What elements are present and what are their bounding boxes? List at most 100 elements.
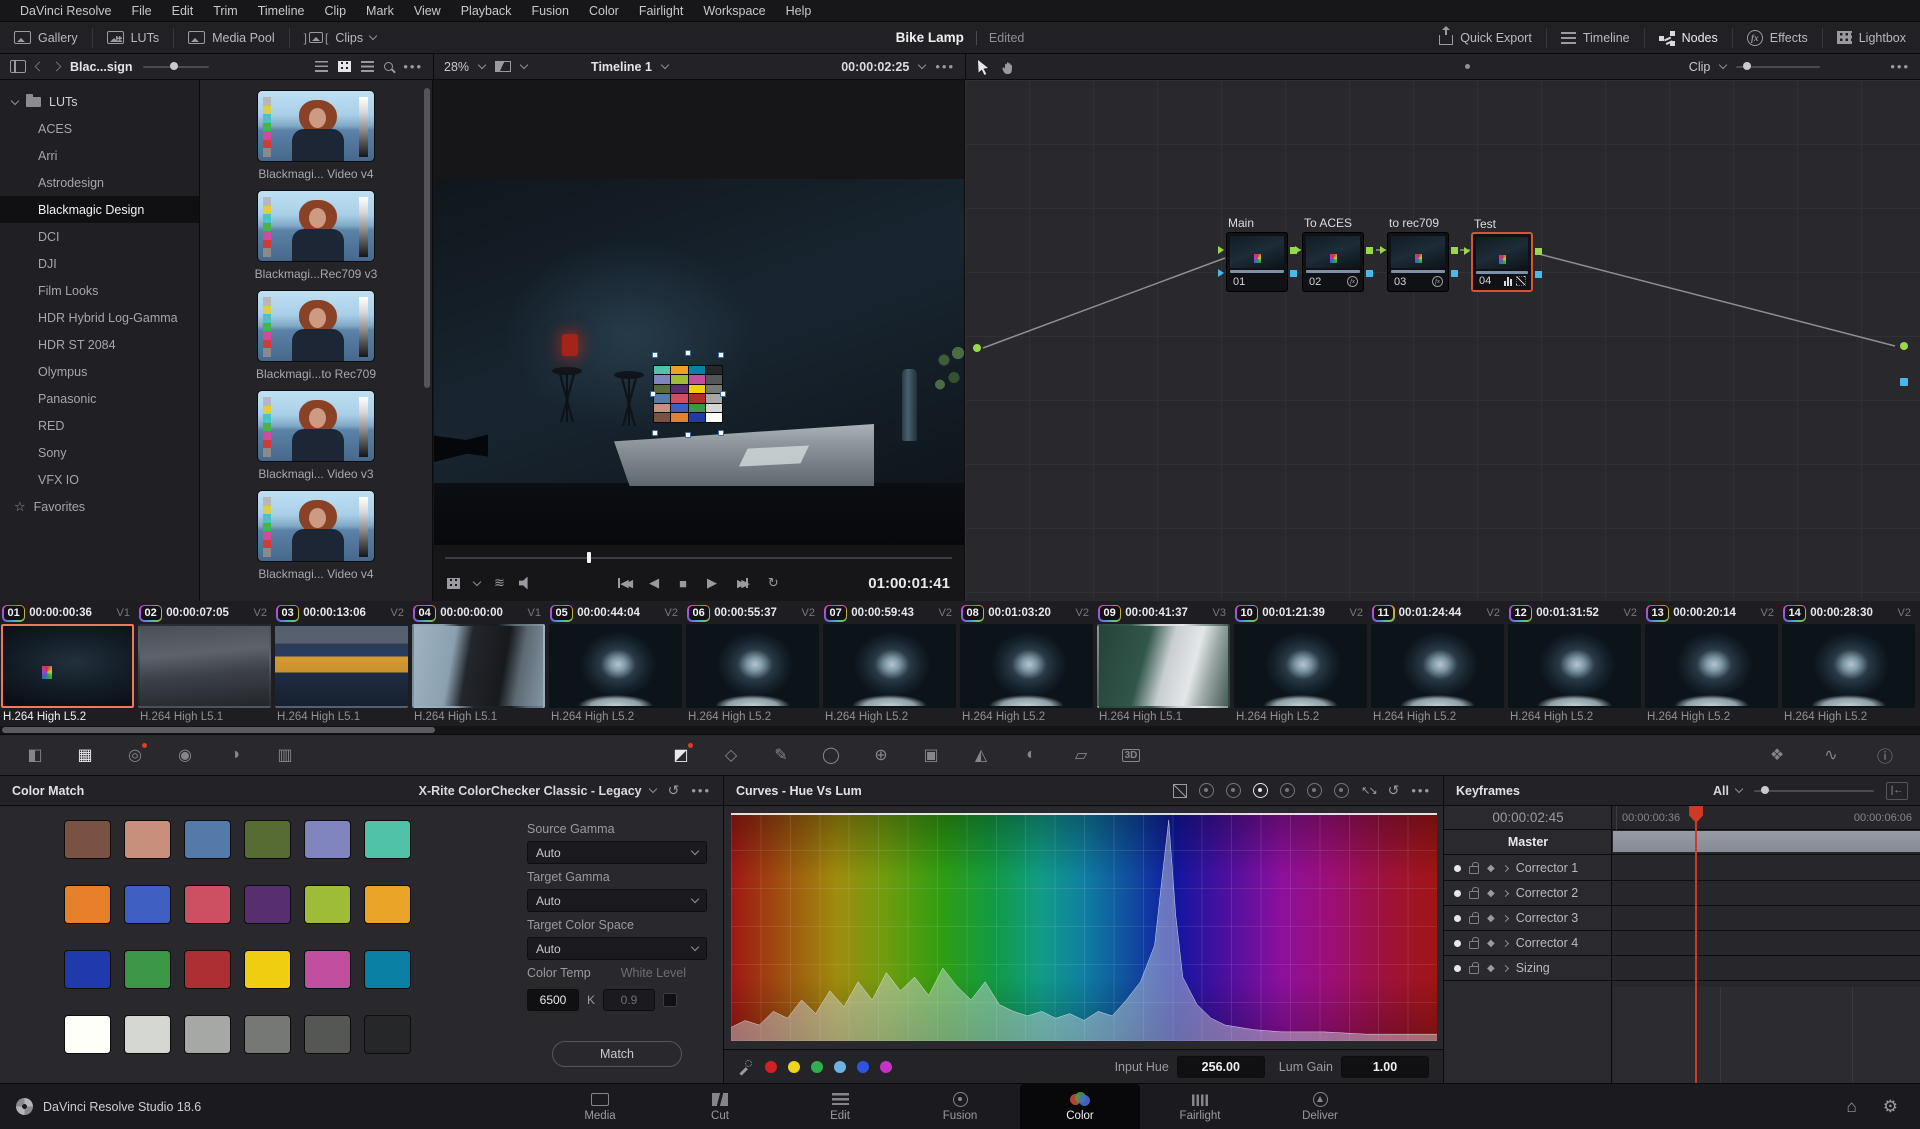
target-gamma-select[interactable]: Auto xyxy=(527,889,707,912)
scopes-icon[interactable]: ∿ xyxy=(1818,742,1844,768)
menu-item[interactable]: Fusion xyxy=(521,0,579,22)
corrector-track-row[interactable]: ◆ Corrector 4 xyxy=(1444,931,1920,956)
viewer-scrubber[interactable] xyxy=(433,552,964,564)
node-zoom-slider[interactable] xyxy=(1736,66,1820,68)
keyframe-diamond-icon[interactable]: ◆ xyxy=(1487,863,1495,874)
timeline-clip[interactable]: 05 00:00:44:04 V2 H.264 High L5.2 xyxy=(548,601,683,734)
clip-thumbnail[interactable] xyxy=(549,624,682,708)
stop-button[interactable]: ■ xyxy=(679,576,687,591)
info-icon[interactable]: ⓘ xyxy=(1872,742,1898,768)
corrector-track-row[interactable]: ◆ Corrector 3 xyxy=(1444,906,1920,931)
timeline-clip[interactable]: 06 00:00:55:37 V2 H.264 High L5.2 xyxy=(685,601,820,734)
output-port-key[interactable] xyxy=(1900,378,1908,386)
tracker-icon[interactable]: ⊕ xyxy=(868,742,894,768)
page-tab-cut[interactable]: Cut xyxy=(660,1084,780,1129)
lum-vs-sat-icon[interactable] xyxy=(1280,783,1295,798)
white-level-input[interactable]: 0.9 xyxy=(603,989,655,1011)
track-enable-icon[interactable] xyxy=(1454,940,1461,947)
color-swatch[interactable] xyxy=(304,885,351,924)
hue-preset-dot[interactable] xyxy=(765,1061,777,1073)
lut-thumbnail-item[interactable]: Blackmagi... Video v3 xyxy=(257,390,375,481)
back-icon[interactable] xyxy=(35,62,45,72)
lightbox-button[interactable]: Lightbox xyxy=(1823,22,1920,53)
lut-tree-item[interactable]: Arri xyxy=(0,142,199,169)
lock-icon[interactable] xyxy=(1469,966,1479,974)
color-swatch[interactable] xyxy=(64,885,111,924)
go-to-start-button[interactable]: ◀◀ xyxy=(618,577,629,590)
lut-tree-item[interactable]: DCI xyxy=(0,223,199,250)
color-swatch[interactable] xyxy=(124,950,171,989)
sort-icon[interactable] xyxy=(315,61,328,72)
lut-tree-item[interactable]: RED xyxy=(0,412,199,439)
timeline-clip[interactable]: 11 00:01:24:44 V2 H.264 High L5.2 xyxy=(1370,601,1505,734)
hue-preset-dot[interactable] xyxy=(880,1061,892,1073)
input-rgb[interactable] xyxy=(1464,247,1470,255)
track-enable-icon[interactable] xyxy=(1454,915,1461,922)
source-gamma-select[interactable]: Auto xyxy=(527,841,707,864)
grid-view-icon[interactable] xyxy=(338,61,351,72)
timeline-clip[interactable]: 07 00:00:59:43 V2 H.264 High L5.2 xyxy=(822,601,957,734)
forward-icon[interactable] xyxy=(52,62,62,72)
output-key[interactable] xyxy=(1366,270,1373,277)
options-icon[interactable] xyxy=(1890,59,1910,74)
lut-tree-root[interactable]: LUTs xyxy=(0,88,199,115)
clip-thumbnail[interactable] xyxy=(138,624,271,708)
white-level-checkbox[interactable] xyxy=(663,993,677,1007)
effects-button[interactable]: Effects xyxy=(1733,22,1822,53)
clip-thumbnail[interactable] xyxy=(823,624,956,708)
output-key[interactable] xyxy=(1451,270,1458,277)
options-icon[interactable] xyxy=(691,783,711,798)
color-swatch[interactable] xyxy=(244,950,291,989)
clip-thumbnail[interactable] xyxy=(1097,624,1230,708)
viewer-timecode[interactable]: 00:00:02:25 xyxy=(841,60,909,74)
page-tab-edit[interactable]: Edit xyxy=(780,1084,900,1129)
color-swatch[interactable] xyxy=(244,885,291,924)
viewer-video[interactable] xyxy=(434,179,964,545)
motion-effects-icon[interactable]: ▥ xyxy=(272,742,298,768)
color-swatch[interactable] xyxy=(304,1015,351,1054)
chevron-right-icon[interactable] xyxy=(1502,864,1509,871)
color-swatch[interactable] xyxy=(364,950,411,989)
lut-tree-item[interactable]: Blackmagic Design xyxy=(0,196,199,223)
lut-thumbnail-item[interactable]: Blackmagi... Video v4 xyxy=(257,90,375,181)
color-swatch[interactable] xyxy=(244,1015,291,1054)
corrector-track-row[interactable]: ◆ Corrector 1 xyxy=(1444,856,1920,881)
chevron-right-icon[interactable] xyxy=(1502,889,1509,896)
quick-export-button[interactable]: Quick Export xyxy=(1425,22,1546,53)
input-rgb[interactable] xyxy=(1295,246,1301,254)
gallery-button[interactable]: Gallery xyxy=(0,22,92,53)
blur-icon[interactable]: ◭ xyxy=(968,742,994,768)
timeline-clip[interactable]: 02 00:00:07:05 V2 H.264 High L5.1 xyxy=(137,601,272,734)
menu-item[interactable]: View xyxy=(404,0,451,22)
lut-tree-item[interactable]: DJI xyxy=(0,250,199,277)
search-icon[interactable] xyxy=(384,62,393,71)
lut-tree-item[interactable]: Sony xyxy=(0,439,199,466)
output-rgb[interactable] xyxy=(1535,248,1542,255)
lut-thumbnail-item[interactable]: Blackmagi...to Rec709 xyxy=(256,290,376,381)
node-editor[interactable]: Main 01 To ACES 02 to rec709 xyxy=(965,80,1920,601)
wipe-mode-icon[interactable] xyxy=(495,61,511,72)
clip-thumbnail[interactable] xyxy=(1645,624,1778,708)
timeline-clip[interactable]: 01 00:00:00:36 V1 H.264 High L5.2 xyxy=(0,601,135,734)
output-rgb[interactable] xyxy=(1451,247,1458,254)
output-rgb[interactable] xyxy=(1366,247,1373,254)
track-enable-icon[interactable] xyxy=(1454,890,1461,897)
color-swatch[interactable] xyxy=(364,1015,411,1054)
source-port[interactable] xyxy=(973,344,981,352)
lut-tree-item[interactable]: Astrodesign xyxy=(0,169,199,196)
clip-thumbnail[interactable] xyxy=(960,624,1093,708)
options-icon[interactable] xyxy=(935,59,955,74)
scrollbar[interactable] xyxy=(424,88,430,388)
curves-icon[interactable]: ◩ xyxy=(668,742,694,768)
color-swatch[interactable] xyxy=(64,820,111,859)
color-swatch[interactable] xyxy=(184,885,231,924)
color-swatch[interactable] xyxy=(304,820,351,859)
thumb-size-slider[interactable] xyxy=(143,66,209,68)
color-swatch[interactable] xyxy=(184,950,231,989)
sat-vs-sat-icon[interactable] xyxy=(1307,783,1322,798)
lut-thumbnail-item[interactable]: Blackmagi... Video v4 xyxy=(257,490,375,581)
lut-tree-item[interactable]: VFX IO xyxy=(0,466,199,493)
go-to-end-button[interactable]: ▶▶ xyxy=(737,577,748,590)
menu-item[interactable]: Color xyxy=(579,0,629,22)
expand-icon[interactable]: ↖↘ xyxy=(1361,784,1375,797)
